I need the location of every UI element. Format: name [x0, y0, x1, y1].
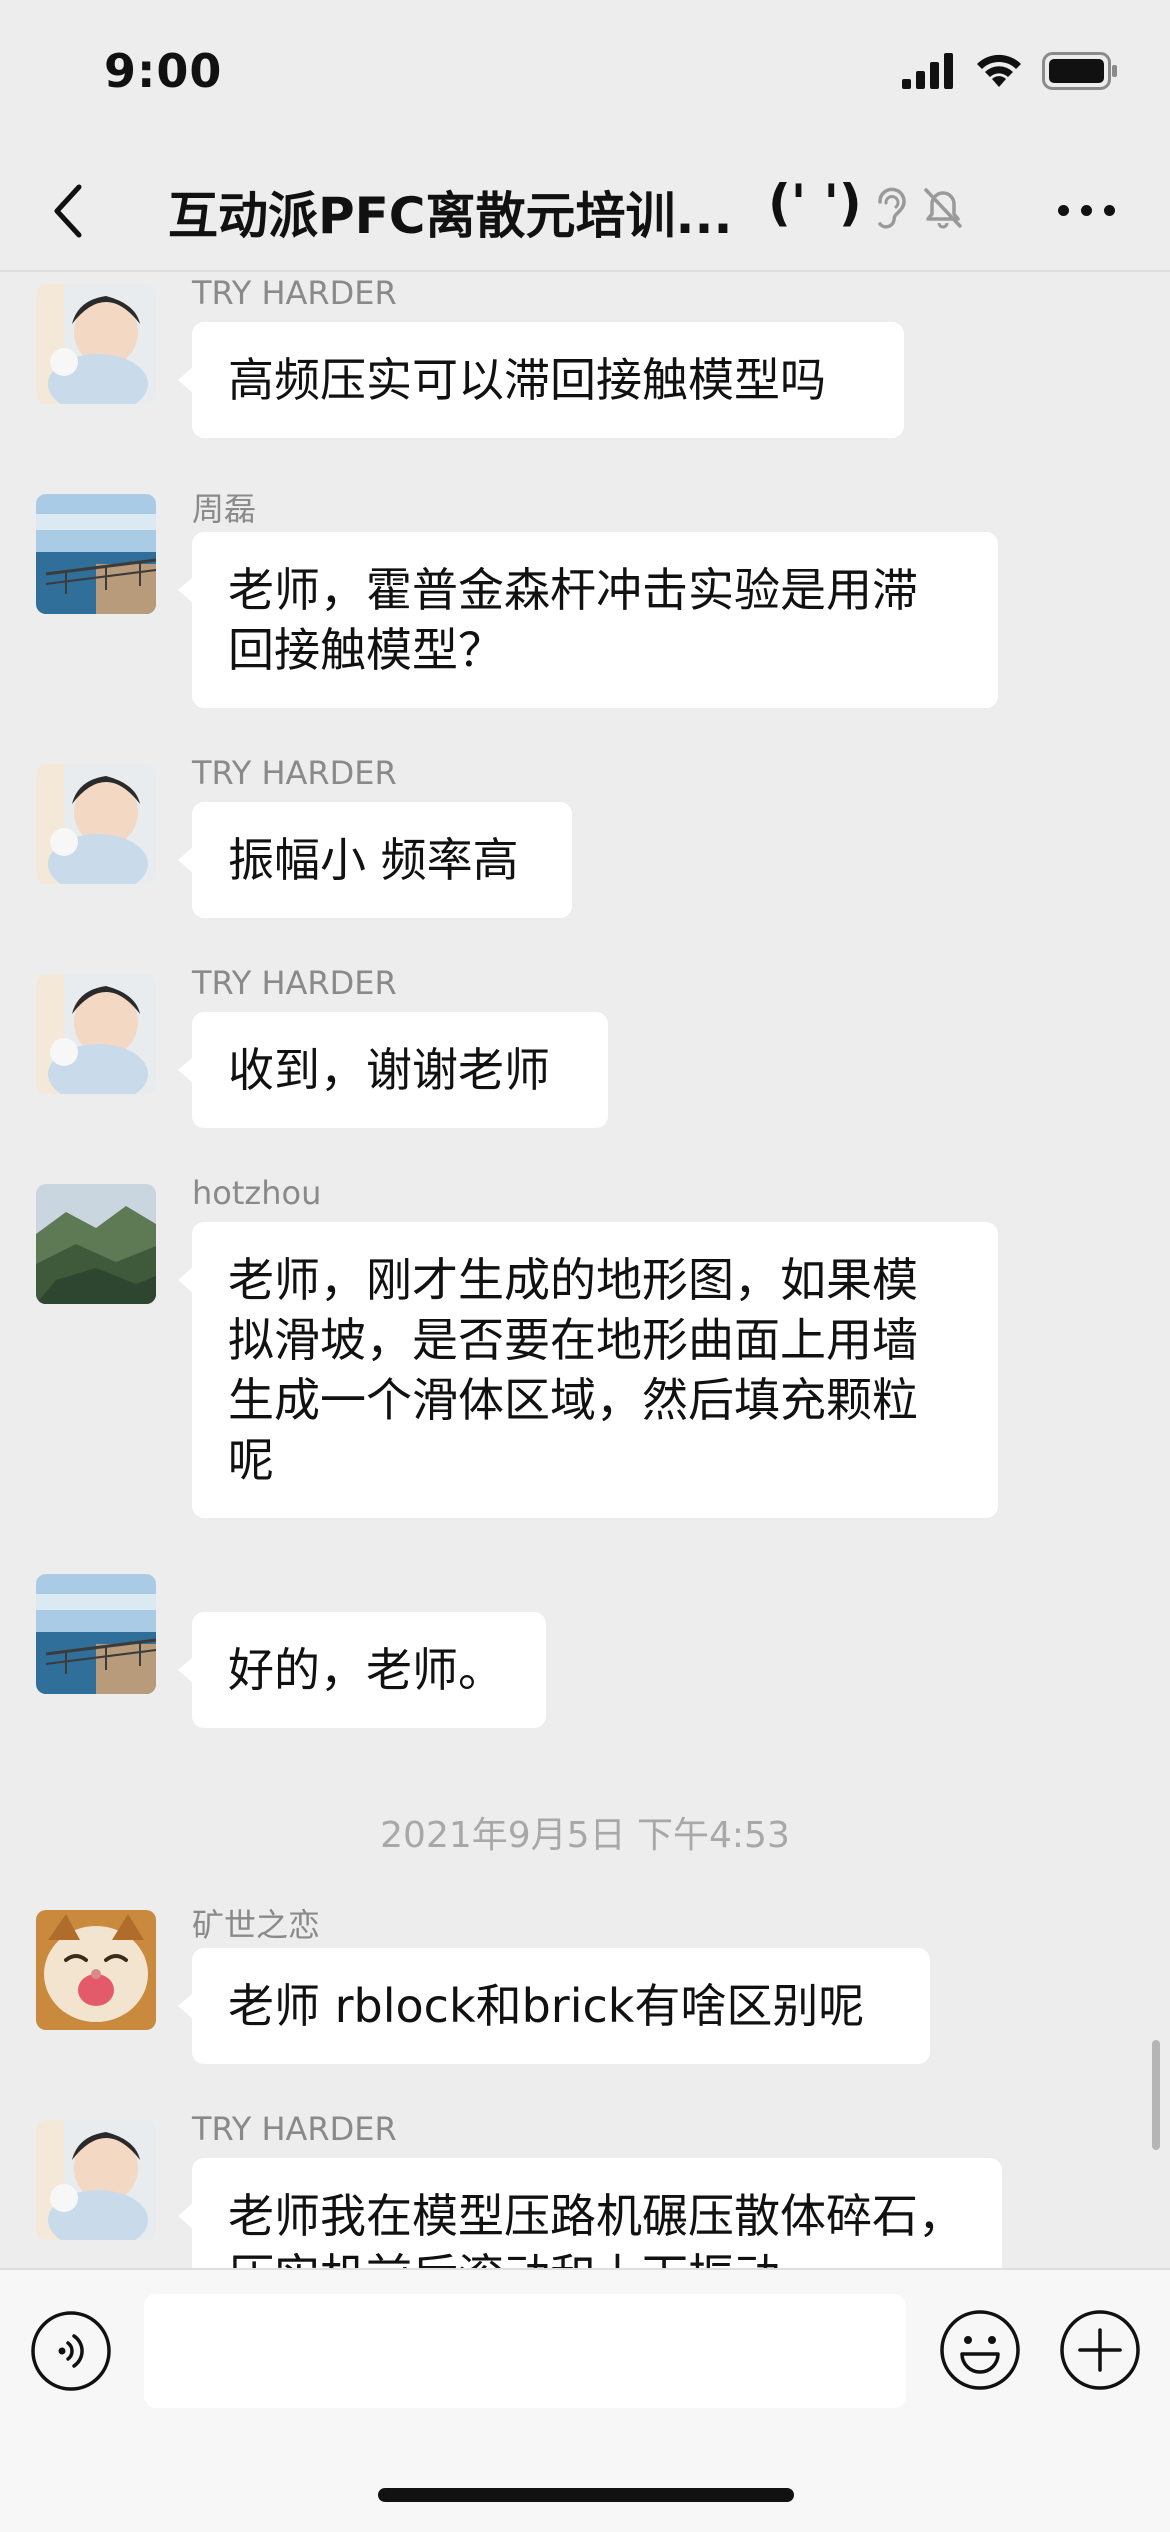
message-bubble[interactable]: 老师，霍普金森杆冲击实验是用滞回接触模型？	[178, 532, 998, 708]
sender-name: hotzhou	[192, 1174, 322, 1212]
message-bubble[interactable]: 振幅小 频率高	[178, 802, 572, 918]
ear-icon	[878, 187, 906, 229]
mute-bell-icon	[924, 188, 962, 229]
sender-name: TRY HARDER	[192, 274, 397, 312]
chat-timestamp: 2021年9月5日 下午4:53	[380, 1815, 790, 1856]
more-dot	[1080, 204, 1092, 216]
more-dot	[1057, 204, 1069, 216]
avatar-mountain[interactable]	[36, 1184, 156, 1304]
voice-icon	[31, 2311, 111, 2391]
message-bubble[interactable]: 高频压实可以滞回接触模型吗	[178, 322, 904, 438]
sender-name: 矿世之恋	[192, 1906, 321, 1944]
avatar-seaside[interactable]	[36, 1574, 156, 1694]
message-bubble[interactable]: 老师，刚才生成的地形图，如果模拟滑坡，是否要在地形曲面上用墙生成一个滑体区域，然…	[178, 1222, 998, 1518]
message-bubble[interactable]: 老师 rblock和brick有啥区别呢	[178, 1948, 930, 2064]
emoji-icon	[940, 2310, 1020, 2390]
plus-icon	[1060, 2310, 1140, 2390]
more-options-button[interactable]	[1046, 190, 1126, 230]
sender-name: TRY HARDER	[192, 2110, 397, 2148]
status-icons	[902, 52, 1118, 90]
battery-icon	[1042, 52, 1117, 90]
message-bubble[interactable]: 收到，谢谢老师	[178, 1012, 608, 1128]
sender-name: TRY HARDER	[192, 754, 397, 792]
chevron-left-icon	[54, 184, 82, 238]
chat-title: 互动派PFC离散元培训...	[168, 187, 733, 245]
message-input[interactable]	[144, 2294, 906, 2408]
voice-input-button[interactable]	[30, 2310, 112, 2392]
avatar-child[interactable]	[36, 764, 156, 884]
sender-name: TRY HARDER	[192, 964, 397, 1002]
status-bar: 9:00	[0, 0, 1170, 150]
avatar-child[interactable]	[36, 974, 156, 1094]
home-indicator[interactable]	[378, 2488, 794, 2502]
avatar-child[interactable]	[36, 2120, 156, 2240]
cellular-signal-icon	[902, 53, 953, 89]
message-bubble[interactable]: 老师我在模型压路机碾压散体碎石，压实机前后滚动和上下振动	[178, 2158, 1002, 2268]
status-time: 9:00	[104, 44, 223, 98]
chat-message-list[interactable]: TRY HARDER 高频压实可以滞回接触模型吗 周磊 老师，霍普金森杆冲击实验…	[0, 274, 1170, 2268]
nav-bar: 互动派PFC离散元培训... (' ')	[0, 150, 1170, 272]
more-features-button[interactable]	[1058, 2308, 1142, 2392]
sender-name: 周磊	[192, 490, 257, 528]
avatar-seaside[interactable]	[36, 494, 156, 614]
scroll-indicator[interactable]	[1152, 2040, 1160, 2150]
wifi-icon	[977, 54, 1021, 87]
avatar-cat[interactable]	[36, 1910, 156, 2030]
member-count: (' ')	[768, 174, 862, 232]
emoji-button[interactable]	[938, 2308, 1022, 2392]
message-bubble[interactable]: 好的，老师。	[178, 1612, 546, 1728]
avatar-child[interactable]	[36, 284, 156, 404]
back-button[interactable]	[38, 178, 98, 244]
more-dot	[1103, 204, 1115, 216]
